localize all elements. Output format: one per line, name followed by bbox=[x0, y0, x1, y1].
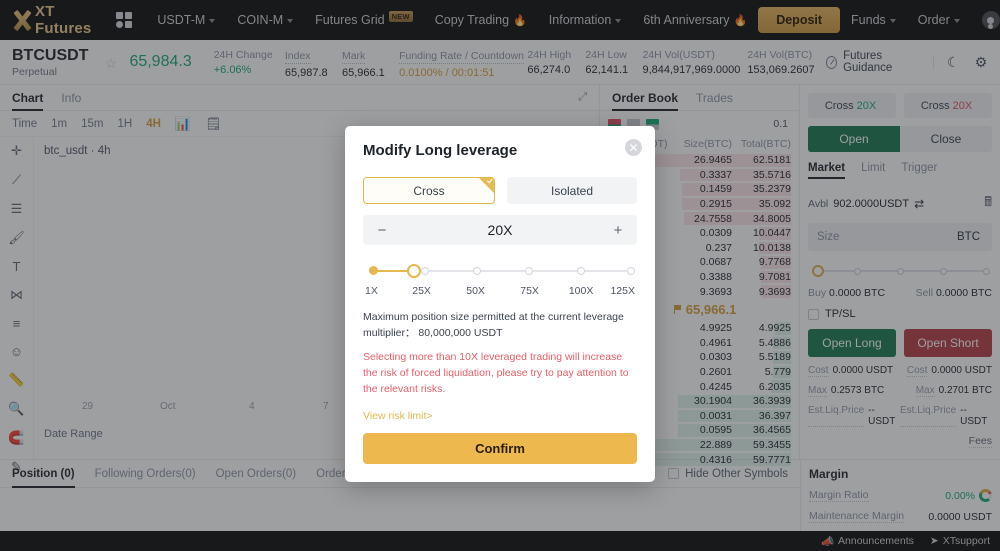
margin-mode-label: Isolated bbox=[551, 184, 593, 198]
margin-mode-row: Cross Isolated bbox=[363, 177, 637, 204]
decrement-button[interactable]: − bbox=[375, 222, 389, 239]
tick-label: 75X bbox=[520, 285, 539, 297]
margin-mode-isolated[interactable]: Isolated bbox=[507, 177, 637, 204]
close-icon[interactable]: ✕ bbox=[625, 139, 642, 156]
slider-node-50x[interactable] bbox=[473, 267, 481, 275]
slider-origin bbox=[369, 266, 378, 275]
confirm-button[interactable]: Confirm bbox=[363, 433, 637, 464]
slider-node-100x[interactable] bbox=[577, 267, 585, 275]
view-risk-limit-link[interactable]: View risk limit> bbox=[363, 410, 637, 422]
leverage-slider-labels: 1X 25X 50X 75X 100X 125X bbox=[365, 285, 635, 299]
leverage-stepper: − 20X + bbox=[363, 215, 637, 245]
modal-title: Modify Long leverage bbox=[363, 142, 637, 159]
tick-label: 125X bbox=[610, 285, 635, 297]
slider-handle[interactable] bbox=[407, 264, 421, 278]
tick-label: 1X bbox=[365, 285, 378, 297]
increment-button[interactable]: + bbox=[611, 222, 625, 239]
margin-mode-label: Cross bbox=[413, 184, 444, 198]
leverage-slider[interactable] bbox=[369, 264, 631, 278]
max-position-note: Maximum position size permitted at the c… bbox=[363, 309, 637, 342]
margin-mode-cross[interactable]: Cross bbox=[363, 177, 495, 204]
tick-label: 100X bbox=[569, 285, 594, 297]
leverage-value[interactable]: 20X bbox=[389, 222, 611, 238]
slider-node-125x[interactable] bbox=[627, 267, 635, 275]
tick-label: 25X bbox=[412, 285, 431, 297]
trading-app: XT Futures USDT-M COIN-M Futures Grid NE… bbox=[0, 0, 1000, 551]
risk-warning: Selecting more than 10X leveraged tradin… bbox=[363, 349, 637, 398]
slider-node-25x[interactable] bbox=[421, 267, 429, 275]
leverage-modal: Modify Long leverage ✕ Cross Isolated − … bbox=[345, 126, 655, 482]
slider-node-75x[interactable] bbox=[525, 267, 533, 275]
tick-label: 50X bbox=[466, 285, 485, 297]
